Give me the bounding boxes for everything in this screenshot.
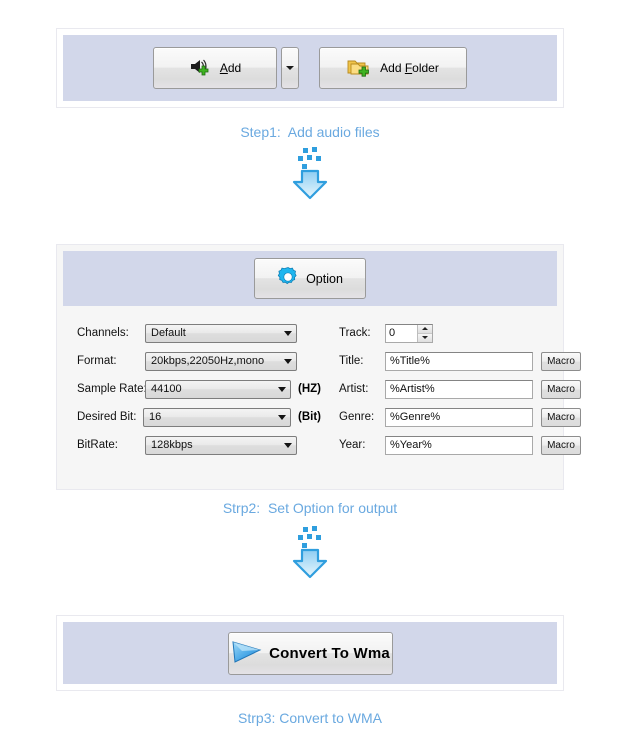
option-button[interactable]: Option [254, 258, 366, 299]
step1-button-row: Add Add Folder [153, 47, 467, 89]
add-folder-button-label: Add Folder [380, 61, 439, 75]
field-row-desired-bit: Desired Bit: 16 (Bit) [77, 406, 321, 428]
channels-combo[interactable]: Default [145, 323, 297, 343]
options-left-column: Channels: Default Format: 20kbps,22050Hz… [63, 306, 321, 483]
genre-label: Genre: [339, 411, 375, 423]
track-spinner-buttons [417, 324, 432, 342]
options-header: Option [63, 251, 557, 306]
desired-bit-unit: (Bit) [298, 411, 321, 423]
format-label: Format: [77, 355, 117, 367]
speaker-add-icon [189, 56, 213, 81]
genre-input[interactable] [385, 407, 533, 427]
track-input[interactable] [386, 324, 417, 342]
gear-icon [277, 266, 299, 291]
field-row-year: Year: Macro [339, 434, 581, 456]
field-row-genre: Genre: Macro [339, 406, 581, 428]
step1-panel-inner: Add Add Folder [63, 35, 557, 101]
artist-macro-button[interactable]: Macro [541, 379, 581, 399]
genre-macro-button[interactable]: Macro [541, 407, 581, 427]
step2-caption: Strp2: Set Option for output [222, 500, 398, 516]
play-arrow-icon [230, 638, 264, 669]
field-row-artist: Artist: Macro [339, 378, 581, 400]
artist-input[interactable] [385, 379, 533, 399]
field-row-title: Title: Macro [339, 350, 581, 372]
year-label: Year: [339, 439, 366, 451]
bitrate-label: BitRate: [77, 439, 118, 451]
step1-panel: Add Add Folder [56, 28, 564, 108]
channels-combo-value: Default [151, 327, 186, 339]
chevron-down-icon [278, 414, 286, 420]
channels-label: Channels: [77, 327, 129, 339]
chevron-down-icon [284, 358, 292, 364]
chevron-down-icon [284, 442, 292, 448]
step3-caption: Strp3: Convert to WMA [238, 710, 382, 726]
year-macro-button[interactable]: Macro [541, 435, 581, 455]
track-spinner[interactable] [385, 323, 433, 343]
step1-caption: Step1: Add audio files [240, 124, 380, 140]
convert-to-wma-button[interactable]: Convert To Wma [227, 631, 393, 675]
caret-up-icon [422, 327, 428, 330]
down-arrow-graphic-1 [0, 146, 620, 207]
title-input[interactable] [385, 351, 533, 371]
add-folder-button[interactable]: Add Folder [319, 47, 467, 89]
artist-label: Artist: [339, 383, 369, 395]
add-dropdown-toggle[interactable] [281, 47, 299, 89]
title-label: Title: [339, 355, 364, 367]
track-spinner-down-button[interactable] [418, 332, 432, 342]
field-row-sample-rate: Sample Rate: 44100 (HZ) [77, 378, 321, 400]
track-label: Track: [339, 327, 371, 339]
title-macro-button[interactable]: Macro [541, 351, 581, 371]
field-row-bitrate: BitRate: 128kbps [77, 434, 321, 456]
folder-add-icon [347, 56, 373, 81]
field-row-channels: Channels: Default [77, 322, 321, 344]
format-combo[interactable]: 20kbps,22050Hz,mono [145, 351, 297, 371]
chevron-down-icon [286, 66, 294, 70]
chevron-down-icon [284, 330, 292, 336]
down-arrow-graphic-2 [0, 525, 620, 586]
sample-rate-unit: (HZ) [298, 383, 321, 395]
desired-bit-label: Desired Bit: [77, 411, 137, 423]
year-input[interactable] [385, 435, 533, 455]
option-button-label: Option [306, 271, 343, 286]
caret-down-icon [422, 336, 428, 339]
options-body: Channels: Default Format: 20kbps,22050Hz… [63, 306, 581, 483]
options-right-column: Track: Title: Macro Artist: Macro [321, 306, 581, 483]
field-row-track: Track: [339, 322, 581, 344]
sample-rate-combo[interactable]: 44100 [145, 379, 291, 399]
add-button[interactable]: Add [153, 47, 277, 89]
sample-rate-label: Sample Rate: [77, 383, 147, 395]
step3-panel-inner: Convert To Wma [63, 622, 557, 684]
bitrate-combo[interactable]: 128kbps [145, 435, 297, 455]
chevron-down-icon [278, 386, 286, 392]
desired-bit-combo-value: 16 [149, 411, 162, 423]
convert-to-wma-button-label: Convert To Wma [269, 644, 390, 662]
bitrate-combo-value: 128kbps [151, 439, 193, 451]
desired-bit-combo[interactable]: 16 [143, 407, 291, 427]
add-button-label: Add [219, 61, 242, 75]
step3-panel: Convert To Wma [56, 615, 564, 691]
sample-rate-combo-value: 44100 [151, 383, 182, 395]
options-panel: Option Channels: Default Format: 20kbps,… [56, 244, 581, 490]
field-row-format: Format: 20kbps,22050Hz,mono [77, 350, 321, 372]
format-combo-value: 20kbps,22050Hz,mono [151, 355, 265, 367]
track-spinner-up-button[interactable] [418, 324, 432, 333]
